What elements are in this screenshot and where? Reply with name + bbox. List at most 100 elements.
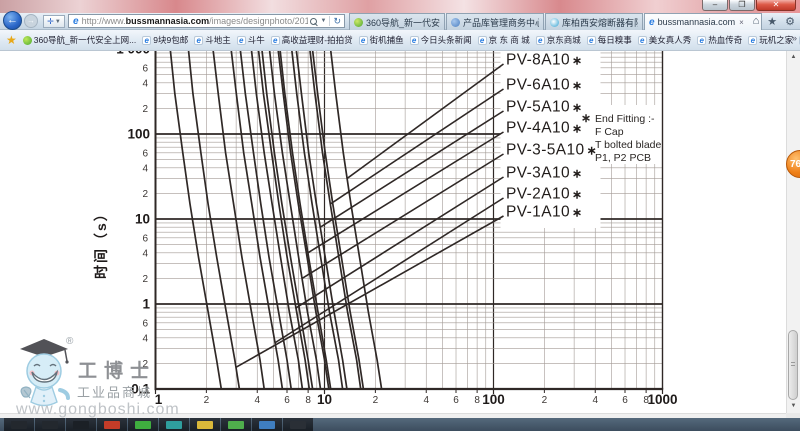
x-minor-tick-label: 4 — [592, 395, 598, 406]
tab-close-icon[interactable]: × — [739, 18, 744, 27]
y-minor-tick-label: 2 — [142, 359, 148, 370]
favorite-item[interactable]: e街机捕鱼 — [359, 34, 404, 46]
favorites-star-icon[interactable]: ★ — [6, 33, 17, 47]
fuse-curves — [168, 51, 382, 389]
y-minor-tick-label: 2 — [142, 189, 148, 200]
ie-page-icon: e — [697, 36, 706, 45]
close-button[interactable]: ✕ — [756, 0, 796, 11]
favorites-bar: ★ 360导航_新一代安全上网...e9块9包邮e斗地主e斗牛e高收益理财-拍拍… — [0, 30, 800, 51]
address-bar[interactable]: e http://www.bussmannasia.com/images/des… — [68, 14, 345, 28]
y-tick-label: 10 — [135, 212, 150, 227]
taskbar-app-icon[interactable] — [4, 418, 34, 431]
taskbar-app-icon[interactable] — [190, 418, 220, 431]
scroll-down-icon[interactable]: ▼ — [787, 400, 800, 413]
search-icon[interactable] — [310, 18, 317, 25]
app-icon — [42, 421, 58, 429]
ie-page-icon: e — [587, 36, 596, 45]
tab-label: 360导航_新一代安全上... — [366, 16, 440, 29]
taskbar-app-icon[interactable] — [159, 418, 189, 431]
ie-page-icon: e — [638, 36, 647, 45]
favorites-star-icon[interactable]: ★ — [767, 15, 777, 28]
maximize-button[interactable]: ❐ — [729, 0, 755, 11]
app-icon — [104, 421, 120, 429]
tab-4[interactable]: ebussmannasia.com× — [644, 13, 762, 30]
x-tick-label: 1000 — [647, 392, 677, 407]
vertical-scrollbar[interactable]: ▲ ▼ — [786, 51, 800, 413]
y-minor-tick-label: 6 — [142, 63, 148, 74]
tab-favicon — [451, 18, 460, 27]
taskbar — [0, 418, 800, 431]
tab-favicon: e — [649, 17, 655, 28]
favorite-item[interactable]: 360导航_新一代安全上网... — [23, 34, 137, 46]
ie-page-icon: e — [271, 36, 280, 45]
legend-line: P1, P2 PCB — [595, 152, 651, 164]
tab-label: 产品库管理商务中心 [... — [463, 16, 539, 29]
favorite-label: 京东商城 — [547, 34, 581, 46]
y-tick-label: 1 000 — [116, 51, 150, 57]
favorite-item[interactable]: e斗地主 — [194, 34, 231, 46]
tab-3[interactable]: 库柏西安熔断器有限公... — [545, 13, 643, 30]
scroll-up-icon[interactable]: ▲ — [787, 51, 800, 64]
x-minor-tick-label: 6 — [284, 395, 290, 406]
chevron-down-icon[interactable]: ▼ — [321, 18, 327, 24]
x-tick-label: 1 — [155, 392, 163, 407]
browser-window: – ❐ ✕ ← → ✛ ▼ e http://www.bussmannasia.… — [0, 0, 800, 431]
ie-page-icon: e — [142, 36, 151, 45]
chevron-down-icon: ▼ — [55, 19, 61, 25]
favorite-item[interactable]: e京东商城 — [536, 34, 581, 46]
favorite-item[interactable]: e玩机之家 — [748, 34, 793, 46]
y-minor-tick-label: 4 — [142, 163, 148, 174]
refresh-icon[interactable]: ↻ — [333, 16, 341, 27]
tab-label: bussmannasia.com — [658, 17, 736, 27]
favorites-overflow-chevron[interactable]: » — [792, 33, 797, 43]
favorite-item[interactable]: e高收益理财-拍拍贷 — [271, 34, 353, 46]
taskbar-app-icon[interactable] — [35, 418, 65, 431]
favorite-label: 斗牛 — [248, 34, 265, 46]
app-icon — [259, 421, 275, 429]
app-icon — [290, 421, 306, 429]
360-nav-icon — [23, 36, 32, 45]
taskbar-app-icon[interactable] — [283, 418, 313, 431]
ie-page-icon: e — [237, 36, 246, 45]
favorite-item[interactable]: e热血传奇 — [697, 34, 742, 46]
curve-label-PV-3-5A10: PV-3-5A10∗ — [506, 142, 597, 159]
tab-strip: 360导航_新一代安全上... 产品库管理商务中心 [... 库柏西安熔断器有限公.… — [349, 13, 763, 30]
favorite-item[interactable]: e今日头条新闻 — [410, 34, 472, 46]
ie-page-icon: e — [478, 36, 487, 45]
tab-1[interactable]: 360导航_新一代安全上... — [349, 13, 445, 30]
taskbar-app-icon[interactable] — [252, 418, 282, 431]
favorite-item[interactable]: e斗牛 — [237, 34, 265, 46]
tab-favicon — [550, 18, 559, 27]
vertical-scrollbar-thumb[interactable] — [788, 330, 798, 400]
app-icon — [11, 421, 27, 429]
favorite-item[interactable]: e9块9包邮 — [142, 34, 188, 46]
app-icon — [228, 421, 244, 429]
minimize-button[interactable]: – — [702, 0, 728, 11]
y-minor-tick-label: 6 — [142, 148, 148, 159]
taskbar-app-icon[interactable] — [128, 418, 158, 431]
app-icon — [73, 421, 89, 429]
page-content: PV-8A10∗PV-6A10∗PV-5A10∗PV-4A10∗PV-3-5A1… — [0, 51, 786, 413]
favorite-item[interactable]: e每日糗事 — [587, 34, 632, 46]
forward-button[interactable]: → — [24, 14, 38, 28]
addon-button[interactable]: ✛ ▼ — [43, 15, 65, 28]
toolbar-icons: ⌂ ★ ⚙ — [753, 15, 795, 28]
home-icon[interactable]: ⌂ — [753, 15, 760, 28]
taskbar-app-icon[interactable] — [66, 418, 96, 431]
taskbar-app-icon[interactable] — [221, 418, 251, 431]
ie-page-icon: e — [359, 36, 368, 45]
x-tick-label: 100 — [482, 392, 505, 407]
x-minor-tick-label: 8 — [643, 395, 649, 406]
back-button[interactable]: ← — [3, 11, 22, 30]
y-minor-tick-label: 2 — [142, 274, 148, 285]
x-axis-ticks: 1101001000246824682468 — [155, 389, 678, 407]
favorite-item[interactable]: e京 东 商 城 — [478, 34, 530, 46]
favorite-item[interactable]: e美女真人秀 — [638, 34, 692, 46]
app-icon — [166, 421, 182, 429]
y-minor-tick-label: 4 — [142, 333, 148, 344]
gear-icon[interactable]: ⚙ — [785, 15, 795, 28]
taskbar-app-icon[interactable] — [97, 418, 127, 431]
y-tick-label: 1 — [142, 297, 150, 312]
url-text[interactable]: http://www.bussmannasia.com/images/desig… — [82, 16, 308, 26]
tab-2[interactable]: 产品库管理商务中心 [... — [446, 13, 544, 30]
